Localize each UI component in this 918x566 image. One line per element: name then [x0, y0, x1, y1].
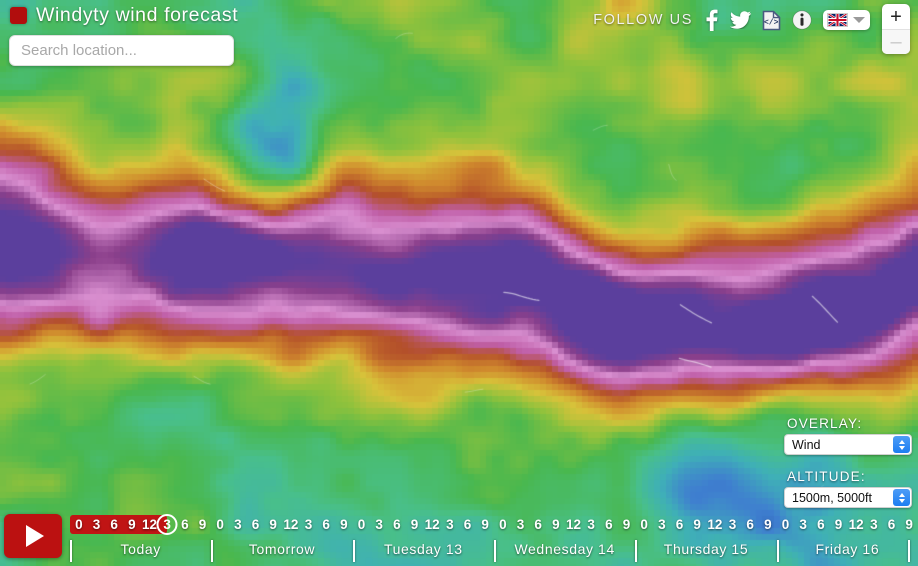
timeline-hour-tick[interactable]: 12 [283, 515, 298, 534]
timeline-hour-tick[interactable]: 6 [393, 515, 401, 534]
overlay-select-value: Wind [792, 437, 821, 452]
timeline-hour-tick[interactable]: 6 [252, 515, 260, 534]
timeline-hour-tick[interactable]: 3 [163, 515, 171, 534]
timeline-hour-tick[interactable]: 0 [499, 515, 507, 534]
zoom-out-button[interactable]: – [882, 29, 910, 54]
page-title: Windyty wind forecast [36, 4, 239, 26]
altitude-stepper-icon[interactable] [893, 489, 910, 506]
map-settings-panel: OVERLAY: Wind ALTITUDE: 1500m, 5000ft [784, 416, 912, 508]
timeline-hour-tick[interactable]: 9 [693, 515, 701, 534]
altitude-select[interactable]: 1500m, 5000ft [784, 487, 912, 508]
timeline-day-separator [70, 540, 72, 562]
timeline-hour-tick[interactable]: 3 [517, 515, 525, 534]
timeline-hour-tick[interactable]: 6 [534, 515, 542, 534]
timeline-bar: 0 3 6 9 12 3 6 9 0 3 6 9 12 3 6 9 0 3 6 9 12 3 6 9 0 3 6 9 12 3 6 9 0 3 6 9… [0, 508, 918, 566]
timeline-hour-tick[interactable]: 3 [375, 515, 383, 534]
altitude-select-value: 1500m, 5000ft [792, 490, 872, 505]
wind-forecast-map[interactable] [0, 0, 918, 566]
timeline-day-separator [635, 540, 638, 562]
timeline-hour-tick[interactable]: 6 [746, 515, 754, 534]
timeline-day-separator [908, 540, 910, 562]
timeline-hour-tick[interactable]: 12 [707, 515, 722, 534]
windyty-logo-icon [10, 7, 27, 24]
language-selector[interactable] [823, 10, 870, 30]
timeline-hour-tick[interactable]: 9 [128, 515, 136, 534]
chevron-down-icon [853, 17, 865, 23]
timeline-hour-tick[interactable]: 3 [799, 515, 807, 534]
timeline-hour-tick[interactable]: 9 [199, 515, 207, 534]
timeline-hour-tick[interactable]: 3 [234, 515, 242, 534]
zoom-in-button[interactable]: + [882, 4, 910, 29]
overlay-label: OVERLAY: [787, 416, 863, 431]
timeline-day-separator [211, 540, 214, 562]
timeline-hour-tick[interactable]: 3 [870, 515, 878, 534]
timeline-day-label[interactable]: Today [120, 541, 160, 557]
timeline-hour-tick[interactable]: 0 [75, 515, 83, 534]
altitude-label: ALTITUDE: [787, 469, 866, 484]
timeline-day-label[interactable]: Wednesday 14 [514, 541, 614, 557]
twitter-icon[interactable] [730, 11, 751, 29]
timeline-hour-tick[interactable]: 0 [782, 515, 790, 534]
timeline-hour-tick[interactable]: 9 [764, 515, 772, 534]
timeline-hour-tick[interactable]: 6 [181, 515, 189, 534]
timeline-track[interactable]: 0 3 6 9 12 3 6 9 0 3 6 9 12 3 6 9 0 3 6 9 12 3 6 9 0 3 6 9 12 3 6 9 0 3 6 9… [70, 514, 918, 535]
timeline-hour-tick[interactable]: 9 [552, 515, 560, 534]
timeline-hour-tick[interactable]: 9 [411, 515, 419, 534]
timeline-hour-tick[interactable]: 3 [305, 515, 313, 534]
follow-us-group: FOLLOW US </> [593, 7, 870, 33]
timeline-day-label[interactable]: Tomorrow [249, 541, 315, 557]
brand: Windyty wind forecast [10, 4, 238, 27]
uk-flag-icon [827, 13, 848, 27]
zoom-controls: + – [882, 4, 910, 54]
timeline-hour-tick[interactable]: 9 [481, 515, 489, 534]
timeline-day-separator [776, 540, 779, 562]
timeline-days: Today Tomorrow Tuesday 13 Wednesday 14 Thurs… [70, 538, 918, 564]
search-input[interactable] [10, 36, 233, 65]
timeline-hour-tick[interactable]: 12 [142, 515, 157, 534]
timeline-hour-tick[interactable]: 12 [849, 515, 864, 534]
timeline-hour-tick[interactable]: 0 [358, 515, 366, 534]
timeline-hour-tick[interactable]: 6 [888, 515, 896, 534]
timeline-day-label[interactable]: Tuesday 13 [384, 541, 463, 557]
timeline-hour-tick[interactable]: 3 [658, 515, 666, 534]
timeline-hour-tick[interactable]: 9 [340, 515, 348, 534]
timeline-hour-tick[interactable]: 0 [216, 515, 224, 534]
timeline-day-separator [494, 540, 496, 562]
timeline-day-label[interactable]: Friday 16 [815, 541, 879, 557]
timeline-hour-tick[interactable]: 6 [322, 515, 330, 534]
timeline-hour-tick[interactable]: 3 [587, 515, 595, 534]
timeline-hour-tick[interactable]: 9 [623, 515, 631, 534]
timeline-hour-tick[interactable]: 0 [640, 515, 648, 534]
timeline-hour-tick[interactable]: 3 [93, 515, 101, 534]
timeline-hours: 0 3 6 9 12 3 6 9 0 3 6 9 12 3 6 9 0 3 6 9 12 3 6 9 0 3 6 9 12 3 6 9 0 3 6 9… [70, 515, 918, 534]
overlay-select[interactable]: Wind [784, 434, 912, 455]
timeline-hour-tick[interactable]: 3 [729, 515, 737, 534]
timeline-hour-tick[interactable]: 12 [566, 515, 581, 534]
timeline-hour-tick[interactable]: 3 [446, 515, 454, 534]
timeline-hour-tick[interactable]: 9 [905, 515, 913, 534]
overlay-stepper-icon[interactable] [893, 436, 910, 453]
timeline-day-separator [352, 540, 355, 562]
map-canvas[interactable] [0, 0, 918, 566]
info-icon[interactable] [792, 10, 812, 30]
timeline-hour-tick[interactable]: 9 [269, 515, 277, 534]
follow-us-label: FOLLOW US [593, 12, 693, 28]
timeline-hour-tick[interactable]: 6 [817, 515, 825, 534]
svg-text:</>: </> [764, 18, 779, 27]
timeline-hour-tick[interactable]: 9 [835, 515, 843, 534]
timeline-day-label[interactable]: Thursday 15 [664, 541, 748, 557]
search-box[interactable] [9, 35, 234, 66]
timeline-hour-tick[interactable]: 6 [110, 515, 118, 534]
play-button[interactable] [4, 514, 62, 558]
windyty-app: Windyty wind forecast FOLLOW US [0, 0, 918, 566]
timeline-hour-tick[interactable]: 6 [676, 515, 684, 534]
facebook-icon[interactable] [704, 9, 719, 31]
timeline-hour-tick[interactable]: 6 [605, 515, 613, 534]
timeline-hour-tick[interactable]: 12 [425, 515, 440, 534]
play-icon [26, 525, 44, 547]
timeline-hour-tick[interactable]: 6 [464, 515, 472, 534]
embed-code-icon[interactable]: </> [762, 10, 781, 31]
